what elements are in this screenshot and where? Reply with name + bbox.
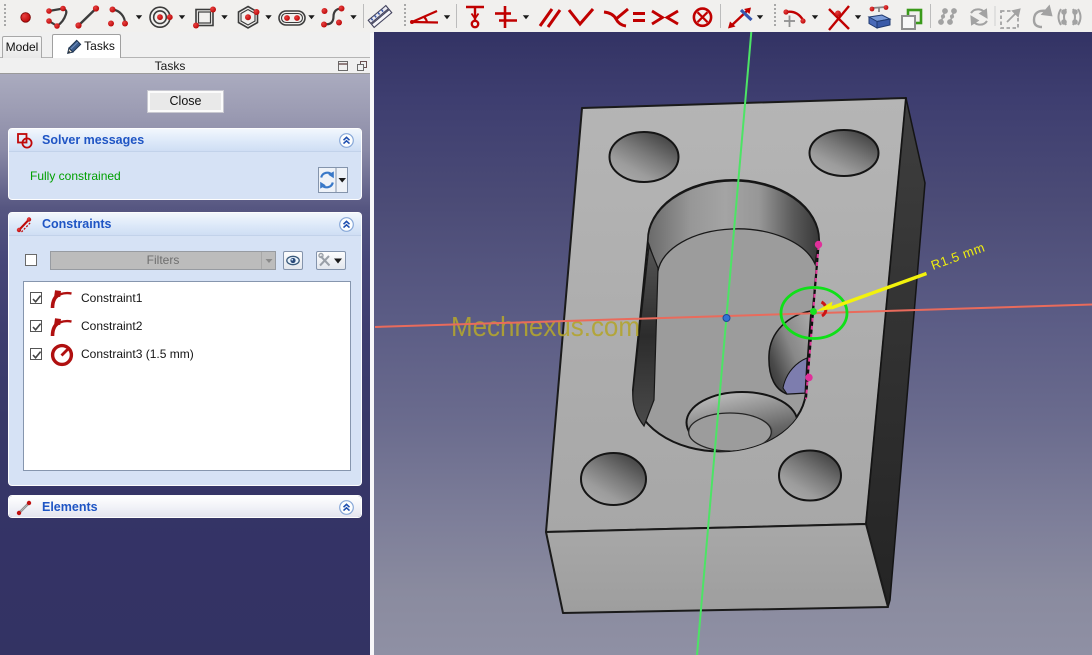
svg-text:Mechnexus.com: Mechnexus.com <box>451 311 640 342</box>
svg-text:R1.5 mm: R1.5 mm <box>929 239 987 272</box>
